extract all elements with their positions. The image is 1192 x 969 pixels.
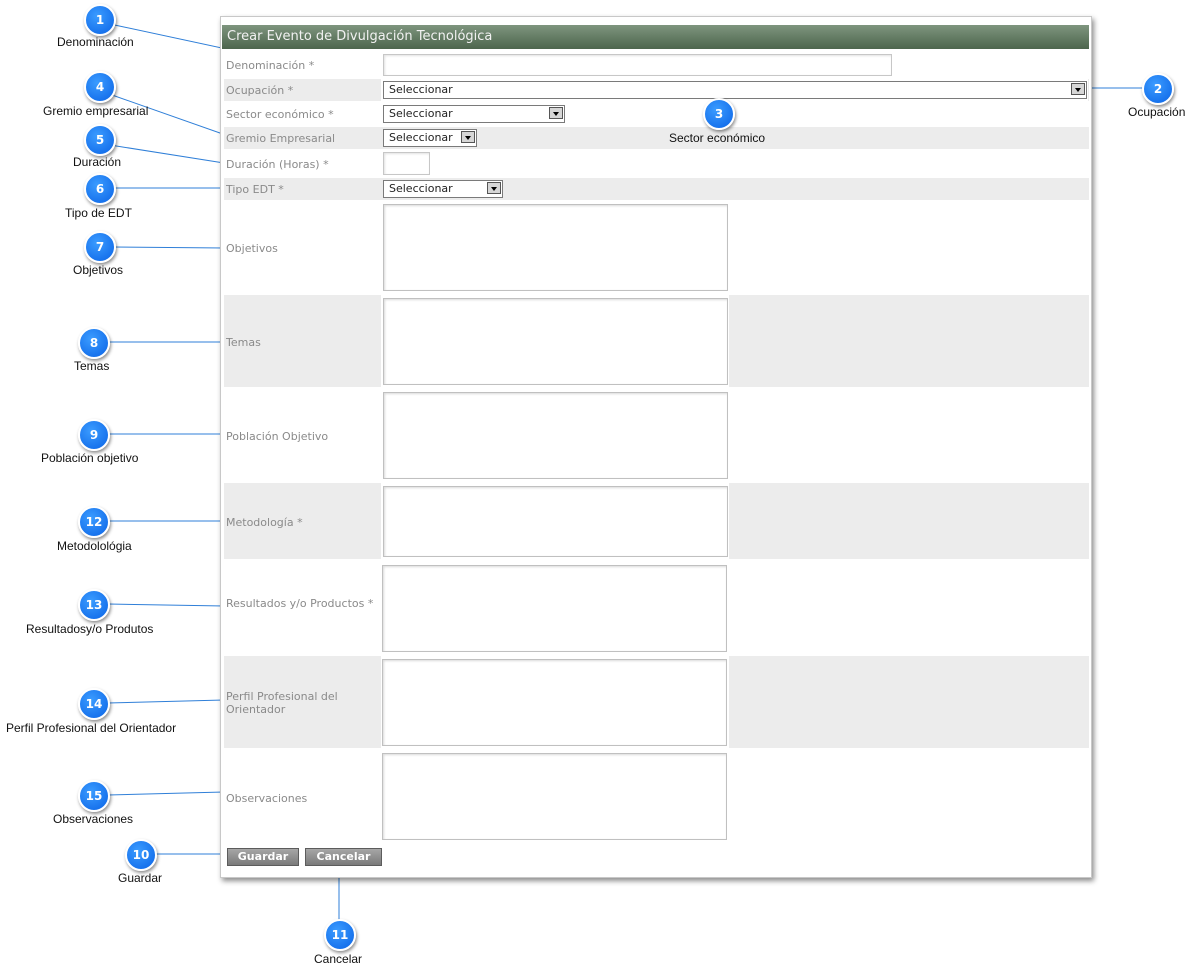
callout-label: Gremio empresarial xyxy=(43,104,149,118)
callout-label: Perfil Profesional del Orientador xyxy=(6,721,177,735)
label-ocupacion: Ocupación * xyxy=(226,84,294,97)
chevron-down-icon[interactable] xyxy=(487,182,501,194)
label-perfil: Perfil Profesional del Orientador xyxy=(226,690,338,716)
callout-label: Cancelar xyxy=(314,952,363,966)
temas-textarea[interactable] xyxy=(383,298,728,385)
form-title: Crear Evento de Divulgación Tecnológica xyxy=(222,25,1089,49)
callout-label: Tipo de EDT xyxy=(65,206,132,220)
row-ocupacion: Ocupación * Seleccionar xyxy=(224,79,1089,101)
gremio-select-value: Seleccionar xyxy=(389,131,453,144)
callout-badge: 1 xyxy=(84,4,116,36)
create-event-form-panel: Crear Evento de Divulgación Tecnológica … xyxy=(220,16,1092,878)
row-objetivos: Objetivos xyxy=(224,202,1089,294)
callout-badge: 3 xyxy=(703,98,735,130)
objetivos-textarea[interactable] xyxy=(383,204,728,291)
callout-label: Duración xyxy=(73,155,122,169)
label-resultados: Resultados y/o Productos * xyxy=(226,597,374,610)
perfil-textarea[interactable] xyxy=(382,659,727,746)
tipo-edt-select-value: Seleccionar xyxy=(389,182,453,195)
callout-badge: 10 xyxy=(125,839,157,871)
poblacion-textarea[interactable] xyxy=(383,392,728,479)
sector-select-value: Seleccionar xyxy=(389,107,453,120)
callout-badge: 4 xyxy=(84,71,116,103)
callout-label: Metodolológia xyxy=(57,539,132,553)
denominacion-input[interactable] xyxy=(383,54,892,76)
label-tipo-edt: Tipo EDT * xyxy=(226,183,284,196)
row-denominacion: Denominación * xyxy=(224,53,1089,77)
callout-badge: 11 xyxy=(324,919,356,951)
duracion-input[interactable] xyxy=(383,152,430,175)
row-observaciones: Observaciones xyxy=(224,750,1089,844)
ocupacion-select[interactable]: Seleccionar xyxy=(383,81,1087,99)
label-observaciones: Observaciones xyxy=(226,792,308,805)
tipo-edt-select[interactable]: Seleccionar xyxy=(383,180,503,198)
row-resultados: Resultados y/o Productos * xyxy=(224,562,1089,656)
save-button[interactable]: Guardar xyxy=(227,848,299,866)
label-denominacion: Denominación * xyxy=(226,59,315,72)
row-metodologia: Metodología * xyxy=(224,483,1089,559)
callout-badge: 14 xyxy=(78,688,110,720)
callout-label: Denominación xyxy=(57,35,134,49)
callout-label: Objetivos xyxy=(73,263,124,277)
row-temas: Temas xyxy=(224,295,1089,387)
ocupacion-select-value: Seleccionar xyxy=(389,83,453,96)
row-tipo-edt: Tipo EDT * Seleccionar xyxy=(224,178,1089,200)
callout-badge: 12 xyxy=(78,506,110,538)
chevron-down-icon[interactable] xyxy=(549,107,563,119)
label-metodologia: Metodología * xyxy=(226,516,303,529)
observaciones-textarea[interactable] xyxy=(382,753,727,840)
metodologia-textarea[interactable] xyxy=(383,486,728,557)
label-poblacion: Población Objetivo xyxy=(226,430,329,443)
sector-select[interactable]: Seleccionar xyxy=(383,105,565,123)
label-temas: Temas xyxy=(226,336,261,349)
row-gremio: Gremio Empresarial Seleccionar xyxy=(224,127,1089,149)
row-perfil: Perfil Profesional del Orientador xyxy=(224,656,1089,748)
callout-badge: 5 xyxy=(84,124,116,156)
resultados-textarea[interactable] xyxy=(382,565,727,652)
cancel-button[interactable]: Cancelar xyxy=(305,848,382,866)
callout-label: Temas xyxy=(74,359,110,373)
callout-label: Guardar xyxy=(118,871,163,885)
callout-badge: 2 xyxy=(1142,73,1174,105)
callout-label: Resultadosy/o Produtos xyxy=(26,622,154,636)
row-sector: Sector económico * Seleccionar xyxy=(224,103,1089,125)
row-duracion: Duración (Horas) * xyxy=(224,151,1089,177)
chevron-down-icon[interactable] xyxy=(1071,83,1085,95)
chevron-down-icon[interactable] xyxy=(461,131,475,143)
callout-badge: 6 xyxy=(84,173,116,205)
callout-label: Ocupación xyxy=(1128,105,1186,119)
callout-badge: 9 xyxy=(78,419,110,451)
label-duracion: Duración (Horas) * xyxy=(226,158,329,171)
label-gremio: Gremio Empresarial xyxy=(226,132,336,145)
callout-label: Población objetivo xyxy=(41,451,139,465)
label-objetivos: Objetivos xyxy=(226,242,278,255)
label-sector: Sector económico * xyxy=(226,108,334,121)
callout-label: Observaciones xyxy=(53,812,134,826)
row-poblacion: Población Objetivo xyxy=(224,388,1089,480)
callout-badge: 8 xyxy=(78,327,110,359)
callout-badge: 13 xyxy=(78,589,110,621)
gremio-select[interactable]: Seleccionar xyxy=(383,129,477,147)
callout-badge: 7 xyxy=(84,231,116,263)
callout-badge: 15 xyxy=(78,780,110,812)
callout-label: Sector económico xyxy=(669,131,766,145)
